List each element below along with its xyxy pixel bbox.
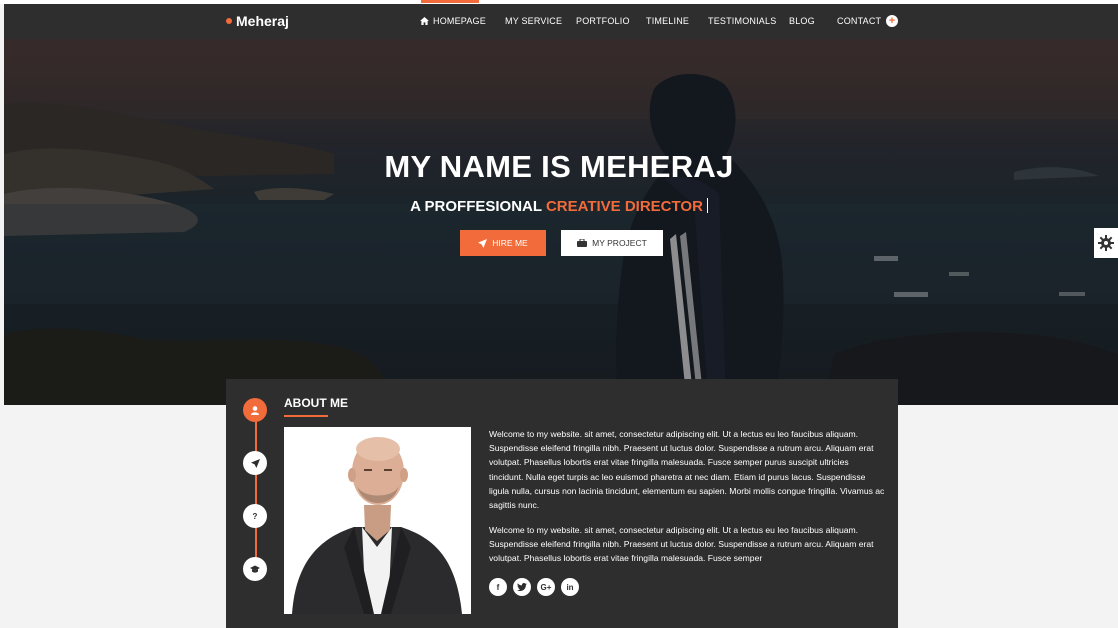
nav-label-timeline: TIMELINE	[646, 16, 690, 26]
timeline-rocket[interactable]	[243, 451, 267, 475]
about-paragraph-1: Welcome to my website. sit amet, consect…	[489, 429, 885, 511]
brand-name: Meheraj	[236, 13, 289, 29]
about-title-underline	[284, 415, 328, 417]
social-links: f G+ in	[489, 578, 579, 596]
home-icon	[420, 17, 429, 25]
nav-item-portfolio[interactable]: PORTFOLIO	[576, 16, 630, 26]
nav-item-my-service[interactable]: MY SERVICE	[505, 16, 562, 26]
hero-title: MY NAME IS MEHERAJ	[384, 149, 734, 184]
timeline-user[interactable]	[243, 398, 267, 422]
graduation-cap-icon	[250, 565, 260, 573]
my-project-button[interactable]: MY PROJECT	[561, 230, 663, 256]
question-icon: ?	[252, 511, 258, 521]
hero-subtitle-prefix: A PROFFESIONAL	[410, 198, 546, 215]
typing-cursor	[706, 198, 708, 213]
gear-icon	[1098, 235, 1114, 251]
hire-me-label: HIRE ME	[492, 238, 528, 248]
navbar: Meheraj HOMEPAGE MY SERVICE PORTFOLIO TI…	[4, 0, 1118, 39]
timeline-line	[255, 409, 257, 569]
twitter-icon[interactable]	[513, 578, 531, 596]
about-title: ABOUT ME	[284, 396, 348, 410]
hero-subtitle-accent: CREATIVE DIRECTOR	[545, 198, 703, 215]
about-paragraph-2: Welcome to my website. sit amet, consect…	[489, 525, 874, 564]
nav-item-homepage[interactable]: HOMEPAGE	[420, 16, 486, 26]
nav-label-blog: BLOG	[789, 16, 815, 26]
google-plus-icon[interactable]: G+	[537, 578, 555, 596]
timeline-graduation[interactable]	[243, 557, 267, 581]
rocket-icon	[250, 458, 260, 468]
briefcase-icon	[577, 239, 588, 247]
brand-dot	[226, 18, 232, 24]
my-project-label: MY PROJECT	[592, 238, 647, 248]
nav-item-contact[interactable]: CONTACT	[837, 16, 881, 26]
nav-item-testimonials[interactable]: TESTIMONIALS	[708, 16, 776, 26]
twitter-bird-glyph	[517, 583, 527, 591]
brand-logo[interactable]: Meheraj	[226, 13, 289, 29]
facebook-icon[interactable]: f	[489, 578, 507, 596]
hero-subtitle: A PROFFESIONAL CREATIVE DIRECTOR	[0, 198, 1118, 215]
user-icon	[251, 405, 259, 415]
hire-me-button[interactable]: HIRE ME	[460, 230, 546, 256]
rocket-icon	[478, 238, 488, 248]
nav-label-homepage: HOMEPAGE	[433, 16, 486, 26]
nav-active-indicator	[421, 0, 479, 3]
nav-label-my-service: MY SERVICE	[505, 16, 563, 26]
profile-photo	[284, 427, 471, 614]
nav-item-timeline[interactable]: TIMELINE	[646, 16, 689, 26]
nav-item-blog[interactable]: BLOG	[789, 16, 815, 26]
nav-label-testimonials: TESTIMONIALS	[708, 16, 777, 26]
timeline-question[interactable]: ?	[243, 504, 267, 528]
linkedin-icon[interactable]: in	[561, 578, 579, 596]
profile-portrait	[284, 427, 471, 614]
settings-toggle[interactable]	[1094, 228, 1118, 258]
nav-label-portfolio: PORTFOLIO	[576, 16, 630, 26]
nav-plus-button[interactable]: +	[886, 15, 898, 27]
nav-label-contact: CONTACT	[837, 16, 882, 26]
about-section: ? ABOUT ME Welcome to my website. sit am…	[226, 379, 898, 628]
